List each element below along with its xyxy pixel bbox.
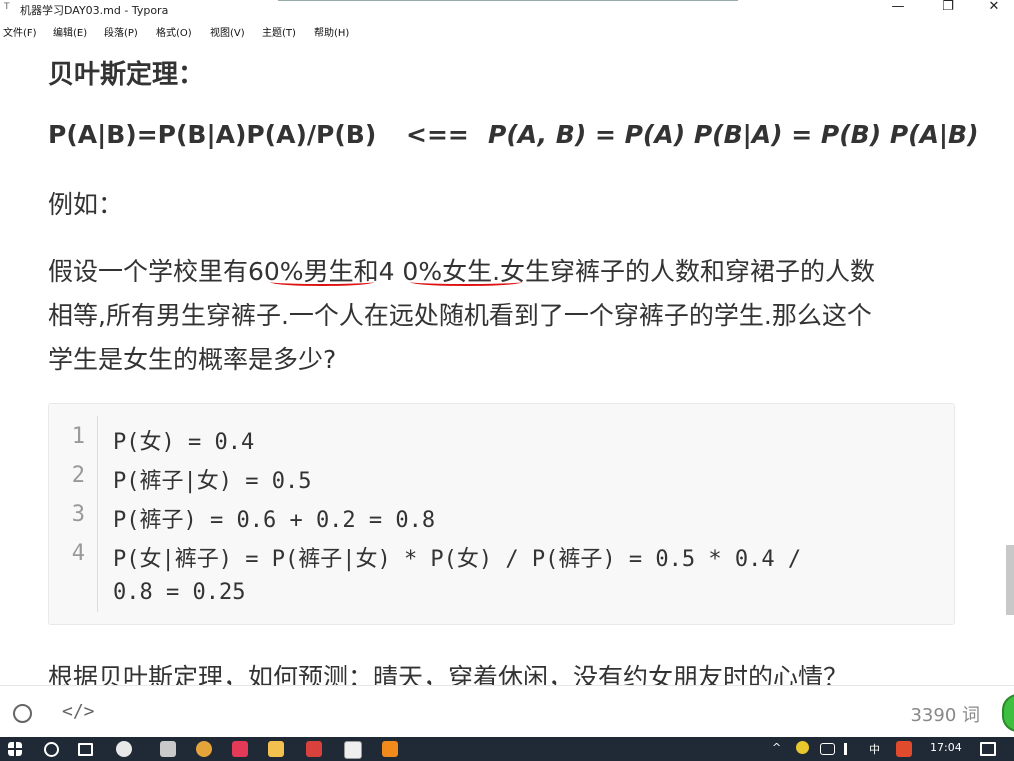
- search-icon[interactable]: [44, 742, 59, 757]
- close-button[interactable]: ✕: [974, 0, 1014, 18]
- code-block[interactable]: 1 P(女) = 0.4 2 P(裤子|女) = 0.5 3 P(裤子) = 0…: [48, 403, 955, 625]
- code-gutter-divider: [97, 416, 98, 612]
- derivation-arrow: <==: [406, 120, 469, 149]
- menu-help[interactable]: 帮助(H): [314, 24, 349, 39]
- menu-edit[interactable]: 编辑(E): [53, 24, 87, 39]
- minimize-button[interactable]: —: [878, 0, 918, 18]
- code-line: P(女|裤子) = P(裤子|女) * P(女) / P(裤子) = 0.5 *…: [113, 547, 802, 572]
- outline-toggle-icon[interactable]: [13, 704, 32, 723]
- chrome-browser-icon[interactable]: [196, 741, 212, 757]
- network-icon[interactable]: [820, 743, 835, 755]
- red-app-icon[interactable]: [232, 741, 248, 757]
- file-explorer-icon[interactable]: [268, 741, 284, 757]
- ime-indicator[interactable]: 中: [869, 741, 880, 757]
- question-line-2: 相等,所有男生穿裤子.一个人在远处随机看到了一个穿裤子的学生.那么这个: [48, 301, 872, 330]
- code-line: P(女) = 0.4: [113, 430, 255, 455]
- menu-paragraph[interactable]: 段落(P): [104, 24, 138, 39]
- bayes-formula: P(A|B)=P(B|A)P(A)/P(B): [48, 120, 377, 149]
- status-bar: </> 3390 词: [0, 685, 1014, 738]
- next-paragraph: 根据贝叶斯定理，如何预测：晴天，穿着休闲，没有约女朋友时的心情？: [48, 663, 849, 685]
- annotation-underline-girls: [410, 278, 522, 286]
- task-view-icon[interactable]: [78, 743, 93, 756]
- title-bar: T 机器学习DAY03.md - Typora — ❐ ✕: [0, 0, 1014, 18]
- section-heading: 贝叶斯定理：: [48, 60, 205, 90]
- code-line: P(裤子) = 0.6 + 0.2 = 0.8: [113, 508, 436, 533]
- typora-taskbar-icon[interactable]: [344, 741, 362, 759]
- tray-expand-icon[interactable]: ^: [772, 741, 781, 754]
- annotation-underline-boys: [270, 278, 374, 286]
- line-number: 3: [71, 502, 85, 527]
- window-title: 机器学习DAY03.md - Typora: [20, 4, 169, 17]
- title-divider: [278, 0, 738, 1]
- menu-format[interactable]: 格式(O): [156, 24, 192, 39]
- typora-app-icon: T: [4, 2, 10, 12]
- menu-view[interactable]: 视图(V): [210, 24, 245, 39]
- line-number: 2: [71, 463, 85, 488]
- code-line-wrapped: 0.8 = 0.25: [113, 580, 246, 605]
- windows-start-icon[interactable]: [8, 742, 22, 756]
- line-number: 4: [71, 541, 85, 566]
- notification-center-icon[interactable]: [980, 742, 996, 756]
- menu-bar: 文件(F) 编辑(E) 段落(P) 格式(O) 视图(V) 主题(T) 帮助(H…: [0, 20, 1014, 40]
- sogou-input-icon[interactable]: [896, 741, 912, 757]
- pinwheel-app-icon[interactable]: [116, 741, 132, 757]
- video-app-icon[interactable]: [306, 741, 322, 757]
- example-label: 例如：: [48, 190, 124, 219]
- tray-plus-icon[interactable]: [796, 741, 809, 754]
- restore-button[interactable]: ❐: [928, 0, 968, 18]
- sublime-text-icon[interactable]: [382, 741, 398, 757]
- editor-content[interactable]: 贝叶斯定理： P(A|B)=P(B|A)P(A)/P(B) <== P(A, B…: [0, 40, 1006, 685]
- clock-time[interactable]: 17:04: [930, 741, 962, 754]
- joint-probability-formula: P(A, B) = P(A) P(B|A) = P(B) P(A|B): [488, 120, 979, 149]
- line-number: 1: [71, 424, 85, 449]
- windows-taskbar: ^ 中 17:04: [0, 737, 1014, 761]
- scrollbar-thumb[interactable]: [1006, 545, 1014, 615]
- word-count[interactable]: 3390 词: [910, 701, 980, 727]
- menu-theme[interactable]: 主题(T): [262, 24, 296, 39]
- source-code-mode-icon[interactable]: </>: [62, 701, 95, 722]
- question-line-3: 学生是女生的概率是多少?: [48, 345, 337, 374]
- code-line: P(裤子|女) = 0.5: [113, 469, 312, 494]
- floating-assistant-icon[interactable]: [1002, 694, 1014, 732]
- game-controller-icon[interactable]: [160, 741, 176, 757]
- volume-icon[interactable]: [844, 743, 857, 755]
- menu-file[interactable]: 文件(F): [3, 24, 37, 39]
